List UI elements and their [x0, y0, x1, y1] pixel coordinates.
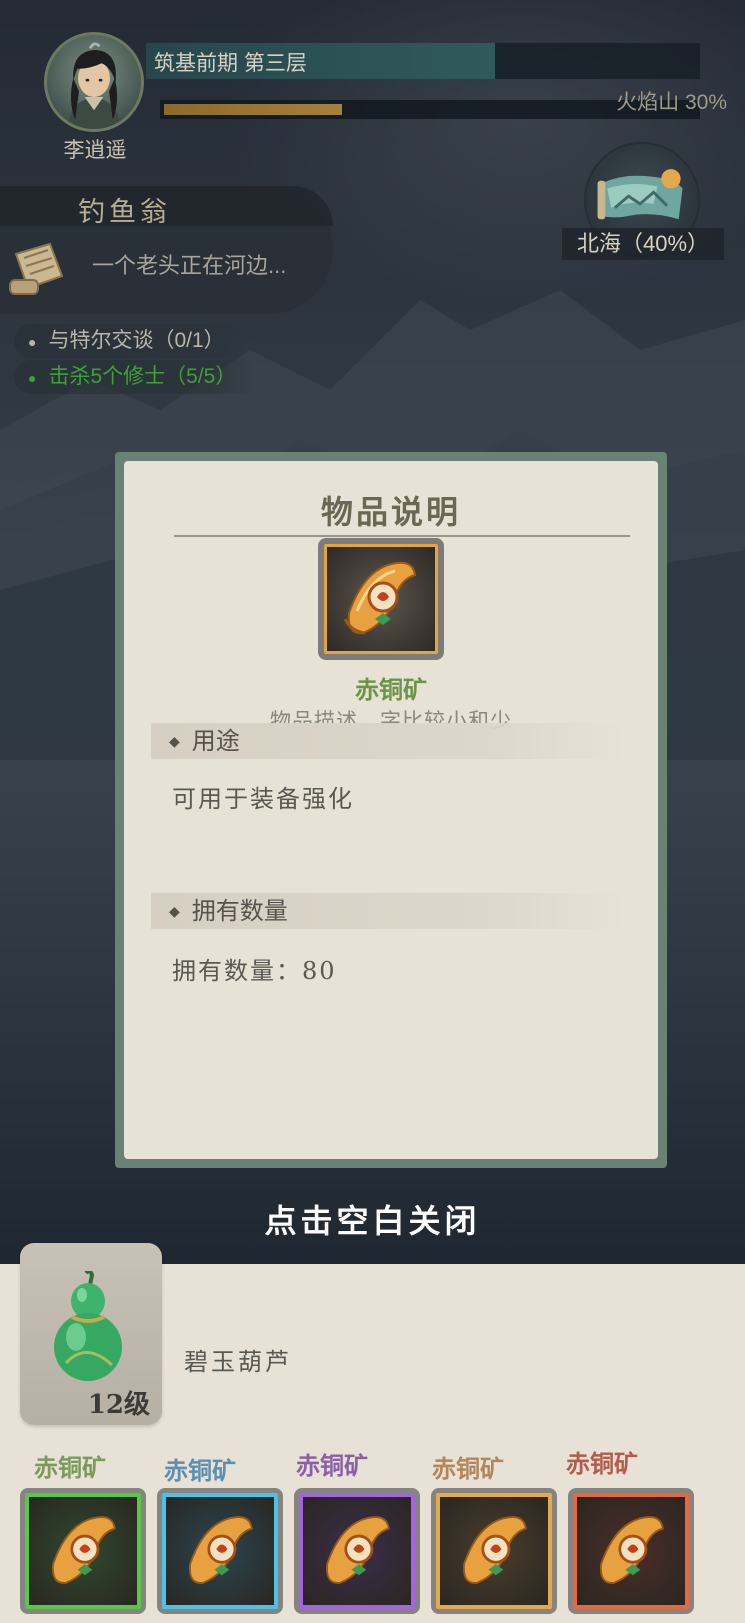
item-detail-modal[interactable]: 物品说明 赤铜矿 物品描述，字比较小和少 ◆用途 可用于装备强化 ◆拥有数量	[115, 452, 667, 1168]
character-portrait-icon	[67, 42, 121, 129]
location-progress-fill	[164, 104, 343, 115]
inventory-slot-2[interactable]	[157, 1488, 283, 1614]
quest-objective-1[interactable]: ● 与特尔交谈（0/1）	[14, 324, 247, 358]
slot-label: 赤铜矿	[432, 1454, 504, 1483]
usage-text: 可用于装备强化	[172, 785, 354, 813]
scroll-icon	[325, 1516, 390, 1584]
bullet-icon: ●	[28, 370, 37, 386]
usage-heading: 用途	[191, 727, 240, 755]
slot-frame	[162, 1493, 278, 1609]
scroll-icon	[462, 1516, 527, 1584]
scroll-icon	[51, 1516, 116, 1584]
location-progress-text: 火焰山 30%	[616, 91, 727, 114]
title-divider	[174, 535, 630, 537]
slot-frame	[573, 1493, 689, 1609]
scroll-icon	[343, 561, 417, 635]
modal-title: 物品说明	[320, 493, 461, 531]
featured-item-name: 碧玉葫芦	[184, 1348, 292, 1376]
owned-count-text: 拥有数量：80	[172, 957, 337, 985]
cultivation-realm-label: 筑基前期 第三层	[154, 52, 307, 75]
cultivation-realm-bar: 筑基前期 第三层	[146, 43, 700, 79]
quest-scroll-icon	[9, 242, 64, 295]
diamond-bullet-icon: ◆	[169, 734, 180, 750]
featured-item-card[interactable]: 12级	[20, 1243, 162, 1425]
quest-title: 钓鱼翁	[78, 197, 171, 228]
quest-description: 一个老头正在河边...	[92, 253, 287, 278]
inventory-slot-1[interactable]	[20, 1488, 146, 1614]
item-icon-border	[324, 544, 438, 654]
slot-label: 赤铜矿	[34, 1453, 106, 1482]
slot-label: 赤铜矿	[296, 1451, 368, 1480]
slot-frame	[299, 1493, 415, 1609]
scroll-icon	[599, 1516, 664, 1584]
inventory-slot-5[interactable]	[568, 1488, 694, 1614]
player-avatar[interactable]	[44, 32, 144, 132]
objective-text: 击杀5个修士（5/5）	[48, 365, 237, 388]
inventory-slot-4[interactable]	[431, 1488, 557, 1614]
slot-label: 赤铜矿	[566, 1449, 638, 1478]
quest-objective-2[interactable]: ● 击杀5个修士（5/5）	[14, 360, 259, 394]
item-name: 赤铜矿	[355, 675, 427, 704]
diamond-bullet-icon: ◆	[169, 904, 180, 920]
inventory-slot-3[interactable]	[294, 1488, 420, 1614]
close-hint-text[interactable]: 点击空白关闭	[0, 1196, 745, 1242]
item-icon-frame	[318, 538, 444, 660]
item-detail-panel: 物品说明 赤铜矿 物品描述，字比较小和少 ◆用途 可用于装备强化 ◆拥有数量	[124, 461, 658, 1159]
objective-text: 与特尔交谈（0/1）	[48, 329, 225, 352]
item-level-badge: 12级	[87, 1390, 150, 1420]
usage-section-header: ◆ 用途	[151, 723, 627, 759]
owned-section-header: ◆ 拥有数量	[151, 893, 627, 929]
player-name: 李逍遥	[63, 139, 127, 162]
scroll-icon	[188, 1516, 253, 1584]
bullet-icon: ●	[28, 334, 37, 350]
jade-gourd-icon	[54, 1271, 122, 1381]
slot-frame	[436, 1493, 552, 1609]
map-region-label: 北海（40%）	[562, 228, 724, 260]
slot-frame	[25, 1493, 141, 1609]
owned-heading: 拥有数量	[191, 897, 288, 925]
quest-tracker-panel[interactable]: 钓鱼翁 一个老头正在河边...	[0, 186, 333, 314]
slot-label: 赤铜矿	[164, 1456, 236, 1485]
